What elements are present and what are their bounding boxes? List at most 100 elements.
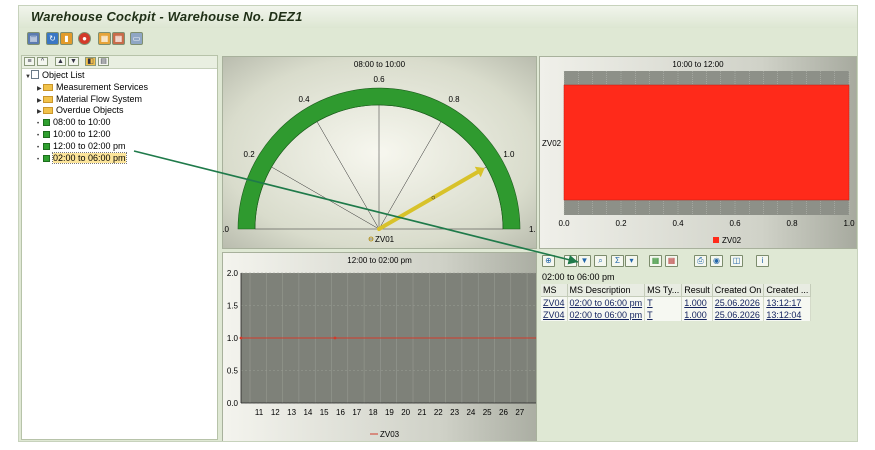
line-y-tick-label: 0.0 xyxy=(227,399,239,408)
print-icon[interactable]: ▤ xyxy=(98,57,109,66)
line-x-tick-label: 16 xyxy=(336,408,345,417)
tree-item-measurement-services[interactable]: ▶ Measurement Services xyxy=(37,82,148,93)
gauge-chart-panel: 08:00 to 10:00 0.00.20.40.60.81.01.2 ZV0… xyxy=(222,56,537,249)
green-square-icon xyxy=(43,131,50,138)
sum-icon[interactable]: ▾ xyxy=(625,255,638,267)
gauge-tick-label: 0.2 xyxy=(244,150,256,159)
expand-all-icon[interactable]: ≡ xyxy=(24,57,35,66)
cell-result[interactable]: 1.000 xyxy=(681,296,713,309)
cell-ms[interactable]: ZV04 xyxy=(541,296,568,309)
col-created-on[interactable]: Created On xyxy=(712,284,765,297)
legend-zv02: ZV02 xyxy=(722,236,742,245)
layout-icon[interactable]: ▦ xyxy=(98,32,111,45)
cell-created-at[interactable]: 13:12:04 xyxy=(763,309,812,321)
tree-item-1200-0200[interactable]: • 12:00 to 02:00 pm xyxy=(37,141,126,152)
line-y-tick-labels: 0.0 0.5 1.0 1.5 2.0 xyxy=(227,269,239,408)
cell-created-on[interactable]: 25.06.2026 xyxy=(712,309,765,321)
line-marker xyxy=(333,336,337,340)
line-x-tick-label: 24 xyxy=(466,408,475,417)
cell-created-on[interactable]: 25.06.2026 xyxy=(712,296,765,309)
line-x-tick-label: 15 xyxy=(320,408,329,417)
find-icon[interactable]: ⌕ xyxy=(594,255,607,267)
spreadsheet-icon[interactable]: ▦ xyxy=(665,255,678,267)
tree-item-material-flow-system[interactable]: ▶ Material Flow System xyxy=(37,94,142,105)
line-x-tick-label: 14 xyxy=(303,408,312,417)
cell-result[interactable]: 1.000 xyxy=(681,309,713,321)
results-list-panel: ⊕ ▲ ▼ ⌕ Σ ▾ ▦ ▦ ⎙ ◉ ◫ i 02:00 to 06:00 p… xyxy=(540,251,857,441)
line-x-tick-label: 22 xyxy=(434,408,443,417)
legend-zv03: ZV03 xyxy=(380,430,400,439)
line-x-tick-label: 23 xyxy=(450,408,459,417)
cell-ms-description[interactable]: 02:00 to 06:00 pm xyxy=(567,309,646,321)
stop-icon[interactable]: ● xyxy=(78,32,91,45)
tree-item-1000-1200[interactable]: • 10:00 to 12:00 xyxy=(37,129,111,140)
table-header-row: MS MS Description MS Ty... Result Create… xyxy=(541,284,812,297)
col-ms[interactable]: MS xyxy=(541,284,568,297)
window-icon[interactable]: ▭ xyxy=(130,32,143,45)
col-ms-type[interactable]: MS Ty... xyxy=(644,284,683,297)
tree-item-0800-1000[interactable]: • 08:00 to 10:00 xyxy=(37,117,111,128)
filter-icon[interactable]: ▼ xyxy=(578,255,591,267)
cell-created-at[interactable]: 13:12:17 xyxy=(763,296,812,309)
cell-ms-description[interactable]: 02:00 to 06:00 pm xyxy=(567,296,646,309)
layout-icon[interactable]: ◫ xyxy=(730,255,743,267)
gauge-spoke xyxy=(316,121,380,230)
object-tree: ≡ ^ ▲ ▼ ◧ ▤ ▼ Object List ▶ Measurement Se… xyxy=(21,55,218,440)
bar-tick-label: 1.0 xyxy=(843,219,855,228)
line-y-tick-label: 0.5 xyxy=(227,367,239,376)
table-row[interactable]: ZV04 02:00 to 06:00 pm T 1.000 25.06.202… xyxy=(541,309,812,321)
line-x-tick-label: 26 xyxy=(499,408,508,417)
chart-icon[interactable]: ▮ xyxy=(60,32,73,45)
gauge-tick-label: 1.2 xyxy=(529,225,536,234)
grid-icon[interactable]: ▦ xyxy=(112,32,125,45)
sort-down-icon[interactable]: ▼ xyxy=(68,57,79,66)
line-x-tick-label: 27 xyxy=(515,408,524,417)
line-chart: 0.0 0.5 1.0 1.5 2.0 11 12 13 14 15 16 17 18 19 20 21 22… xyxy=(227,269,536,439)
tree-item-0200-0600[interactable]: • 02:00 to 06:00 pm xyxy=(37,152,127,164)
bar-chart-panel: 10:00 to 12:00 ZV02 0.0 0.2 0.4 0.6 0.8 1.0 Z… xyxy=(539,56,857,249)
gauge-needle xyxy=(377,170,480,231)
gauge-spoke xyxy=(271,166,380,230)
green-square-icon xyxy=(43,155,50,162)
line-x-tick-label: 21 xyxy=(418,408,427,417)
bar-tick-label: 0.8 xyxy=(786,219,798,228)
bar-chart: ZV02 0.0 0.2 0.4 0.6 0.8 1.0 ZV02 xyxy=(542,71,855,245)
cell-ms-type[interactable]: T xyxy=(644,296,683,309)
total-icon[interactable]: Σ xyxy=(611,255,624,267)
sort-up-icon[interactable]: ▲ xyxy=(55,57,66,66)
print-icon[interactable]: ⎙ xyxy=(694,255,707,267)
view-icon[interactable]: ◉ xyxy=(710,255,723,267)
col-created-at[interactable]: Created ... xyxy=(763,284,812,297)
tree-root[interactable]: ▼ Object List xyxy=(25,70,85,81)
bar-tick-label: 0.0 xyxy=(558,219,570,228)
line-x-tick-label: 11 xyxy=(255,408,264,417)
details-icon[interactable]: ⊕ xyxy=(542,255,555,267)
cell-ms[interactable]: ZV04 xyxy=(541,309,568,321)
sort-ascending-icon[interactable]: ▲ xyxy=(564,255,577,267)
line-x-tick-label: 12 xyxy=(271,408,280,417)
line-y-tick-label: 2.0 xyxy=(227,269,239,278)
tree-item-overdue-objects[interactable]: ▶ Overdue Objects xyxy=(37,105,124,116)
settings-icon[interactable]: ◧ xyxy=(85,57,96,66)
main-toolbar: ▤ ↻ ▮ ● ▦ ▦ ▭ xyxy=(19,29,857,49)
line-y-tick-label: 1.0 xyxy=(227,334,239,343)
legend-zv01: ZV01 xyxy=(375,235,395,244)
bar-zv02 xyxy=(563,84,850,201)
info-icon[interactable]: i xyxy=(756,255,769,267)
green-square-icon xyxy=(43,119,50,126)
cell-ms-type[interactable]: T xyxy=(644,309,683,321)
warehouse-cockpit-window: Warehouse Cockpit - Warehouse No. DEZ1 ▤… xyxy=(18,5,858,442)
collapse-icon[interactable]: ^ xyxy=(37,57,48,66)
refresh-icon[interactable]: ↻ xyxy=(46,32,59,45)
gauge-tick-label: 1.0 xyxy=(503,150,515,159)
gauge-tick-label: 0.4 xyxy=(298,95,310,104)
folder-icon xyxy=(43,107,53,114)
tree-icon[interactable]: ▤ xyxy=(27,32,40,45)
legend-marker-zv02 xyxy=(713,237,719,243)
document-icon xyxy=(31,70,39,79)
export-icon[interactable]: ▦ xyxy=(649,255,662,267)
col-ms-description[interactable]: MS Description xyxy=(567,284,646,297)
col-result[interactable]: Result xyxy=(681,284,713,297)
line-x-tick-label: 25 xyxy=(483,408,492,417)
table-row[interactable]: ZV04 02:00 to 06:00 pm T 1.000 25.06.202… xyxy=(541,296,812,309)
